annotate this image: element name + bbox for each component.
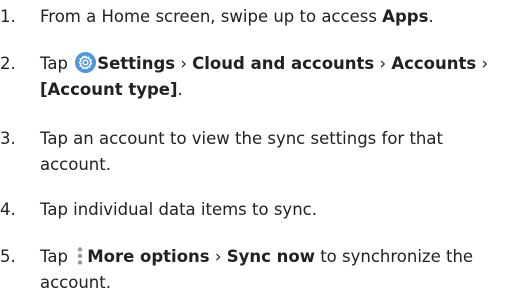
- sync-now-label: Sync now: [226, 247, 315, 266]
- step-3: 3. Tap an account to view the sync setti…: [0, 126, 520, 178]
- step-text: Tap individual data items to sync.: [40, 200, 317, 219]
- apps-label: Apps: [382, 7, 429, 26]
- step-text: Tap Settings › Cloud and accounts › Acco…: [40, 52, 489, 99]
- settings-gear-icon: [75, 52, 97, 73]
- step-1: 1. From a Home screen, swipe up to acces…: [0, 4, 520, 30]
- step-number: 2.: [0, 54, 16, 73]
- more-options-icon: [75, 246, 85, 266]
- step-number: 4.: [0, 200, 16, 219]
- step-number: 3.: [0, 129, 16, 148]
- cloud-and-accounts-label: Cloud and accounts: [192, 54, 375, 73]
- step-text: Tap an account to view the sync settings…: [40, 129, 443, 174]
- step-4: 4. Tap individual data items to sync.: [0, 197, 520, 223]
- step-number: 1.: [0, 7, 16, 26]
- settings-label: Settings: [97, 54, 176, 73]
- account-type-label: [Account type]: [40, 80, 178, 99]
- step-2: 2. Tap Settings › Cloud and accounts › A…: [0, 51, 520, 103]
- instruction-steps: 1. From a Home screen, swipe up to acces…: [0, 0, 526, 292]
- more-options-label: More options: [87, 247, 210, 266]
- accounts-label: Accounts: [391, 54, 477, 73]
- step-number: 5.: [0, 247, 16, 266]
- step-5: 5. Tap More options › Sync now to synchr…: [0, 244, 520, 296]
- step-text: Tap More options › Sync now to synchroni…: [40, 246, 474, 292]
- step-text: From a Home screen, swipe up to access A…: [40, 7, 434, 26]
